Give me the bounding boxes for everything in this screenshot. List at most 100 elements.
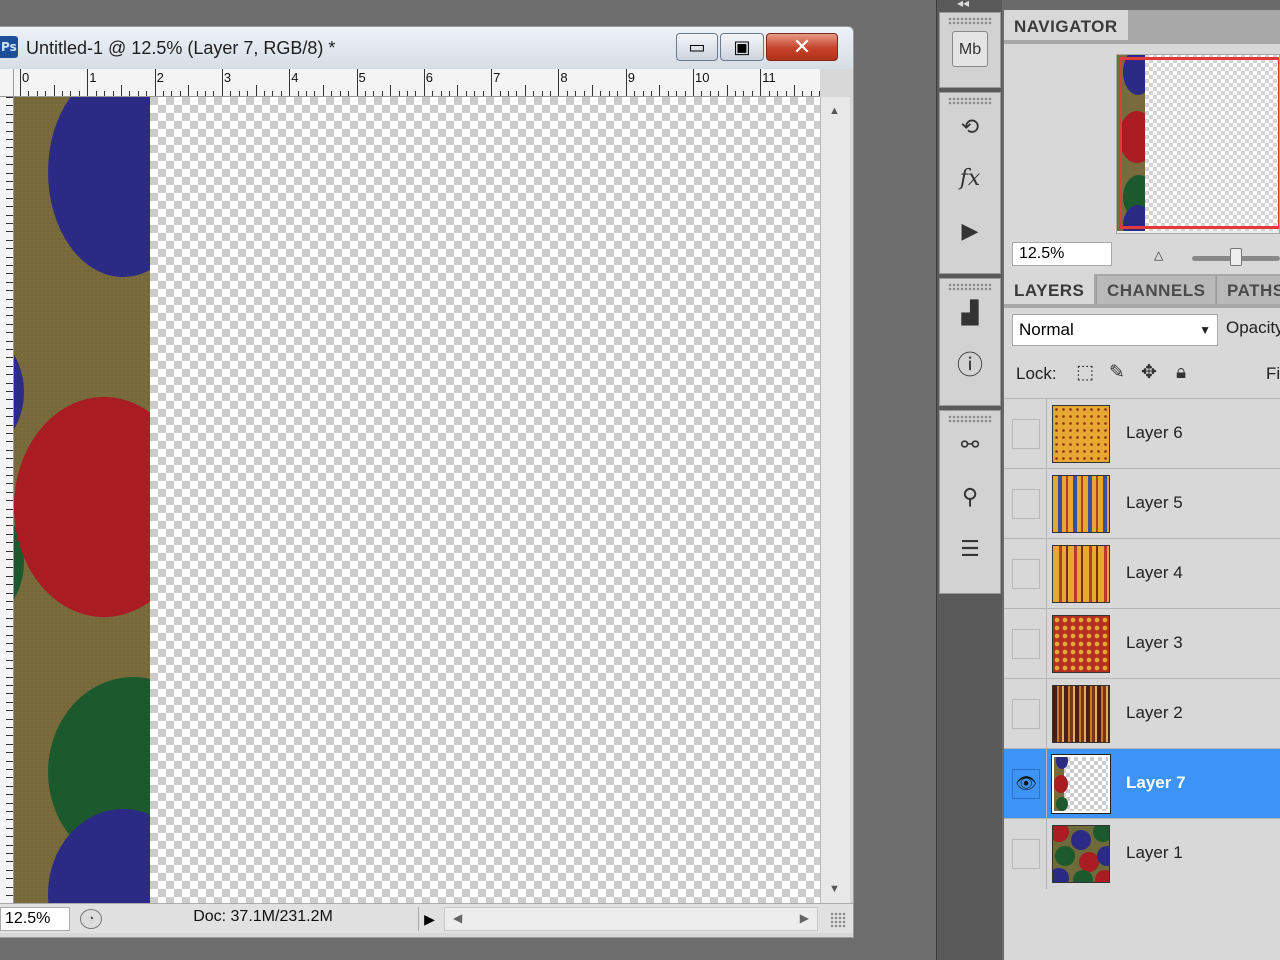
ruler-minor-tick bbox=[6, 819, 13, 821]
ruler-minor-tick bbox=[6, 559, 13, 560]
layer-row[interactable]: Layer 2 bbox=[1004, 678, 1280, 749]
ruler-minor-tick bbox=[6, 794, 13, 796]
zoom-slider-knob[interactable] bbox=[1230, 248, 1242, 266]
visibility-toggle[interactable] bbox=[1012, 629, 1040, 659]
ruler-minor-tick bbox=[6, 391, 13, 392]
ruler-label: 7 bbox=[493, 70, 501, 85]
layer-row[interactable]: Layer 3 bbox=[1004, 608, 1280, 679]
opacity-label: Opacity: bbox=[1226, 318, 1280, 337]
ruler-minor-tick bbox=[6, 533, 13, 535]
layer-name[interactable]: Layer 4 bbox=[1126, 563, 1183, 583]
ruler-minor-tick bbox=[255, 85, 257, 96]
layer-thumbnail[interactable] bbox=[1052, 825, 1110, 883]
document-canvas[interactable] bbox=[14, 97, 820, 903]
layer-row[interactable]: Layer 1 bbox=[1004, 818, 1280, 889]
timing-icon[interactable]: ◔ bbox=[80, 909, 102, 929]
ruler-minor-tick bbox=[6, 853, 13, 854]
layer-thumbnail[interactable] bbox=[1052, 475, 1110, 533]
ruler-minor-tick bbox=[6, 676, 13, 678]
layer-name[interactable]: Layer 3 bbox=[1126, 633, 1183, 653]
mini-bridge-icon[interactable]: Mb bbox=[952, 31, 988, 67]
navigator-zoom-field[interactable]: 12.5% bbox=[1012, 242, 1112, 266]
ruler-origin[interactable] bbox=[0, 69, 14, 97]
vertical-ruler[interactable] bbox=[0, 97, 14, 903]
resize-grip-icon[interactable] bbox=[830, 912, 846, 928]
lock-transparency-icon[interactable]: ⬚ bbox=[1072, 360, 1098, 386]
navigator-view-box[interactable] bbox=[1119, 57, 1279, 229]
visibility-toggle[interactable] bbox=[1012, 489, 1040, 519]
ruler-minor-tick bbox=[6, 256, 13, 258]
tab-channels[interactable]: CHANNELS bbox=[1096, 276, 1216, 304]
ruler-minor-tick bbox=[6, 197, 13, 199]
layer-row[interactable]: Layer 6 bbox=[1004, 398, 1280, 469]
horizontal-scrollbar[interactable]: ◀ ▶ bbox=[444, 907, 818, 931]
red-dot bbox=[1054, 775, 1068, 793]
dock-group-history: ⟲ fx ▶ bbox=[939, 92, 1001, 274]
ruler-minor-tick bbox=[6, 424, 13, 426]
scroll-left-icon[interactable]: ◀ bbox=[453, 911, 462, 925]
history-icon[interactable]: ⟲ bbox=[952, 109, 988, 145]
layer-list: Layer 6 Layer 5 Layer 4 Layer 3 Layer 2 … bbox=[1004, 398, 1280, 889]
layer-row-selected[interactable]: 👁︎ Layer 7 bbox=[1004, 748, 1280, 819]
restore-button[interactable]: ▣ bbox=[720, 33, 764, 61]
dock-grip[interactable] bbox=[948, 17, 992, 25]
eye-icon[interactable]: 👁︎ bbox=[1012, 769, 1040, 799]
clone-source-icon[interactable]: ⚲ bbox=[952, 479, 988, 515]
lock-image-icon[interactable]: ✎ bbox=[1104, 360, 1130, 386]
ruler-minor-tick bbox=[6, 147, 13, 149]
layer-name[interactable]: Layer 1 bbox=[1126, 843, 1183, 863]
layer-name[interactable]: Layer 5 bbox=[1126, 493, 1183, 513]
ruler-minor-tick bbox=[6, 617, 13, 619]
layers-panel: LAYERS CHANNELS PATHS Normal ▼ Opacity: … bbox=[1004, 274, 1280, 960]
layer-row[interactable]: Layer 4 bbox=[1004, 538, 1280, 609]
document-title-bar[interactable]: Ps Untitled-1 @ 12.5% (Layer 7, RGB/8) *… bbox=[0, 27, 853, 69]
close-button[interactable]: ✕ bbox=[766, 33, 838, 61]
zoom-out-icon[interactable]: △ bbox=[1154, 248, 1163, 262]
minimize-button[interactable]: ▭ bbox=[676, 33, 718, 61]
collapse-arrows-icon[interactable]: ◂◂ bbox=[957, 0, 969, 10]
layer-name[interactable]: Layer 2 bbox=[1126, 703, 1183, 723]
layer-thumbnail[interactable] bbox=[1051, 754, 1111, 814]
lock-all-icon[interactable]: 🔒︎ bbox=[1168, 360, 1194, 386]
tab-layers[interactable]: LAYERS bbox=[1004, 274, 1095, 304]
visibility-toggle[interactable] bbox=[1012, 699, 1040, 729]
ruler-minor-tick bbox=[6, 164, 13, 166]
actions-icon[interactable]: ▶ bbox=[952, 213, 988, 249]
vertical-scrollbar[interactable]: ▲ ▼ bbox=[820, 97, 850, 903]
visibility-toggle[interactable] bbox=[1012, 419, 1040, 449]
blend-mode-select[interactable]: Normal ▼ bbox=[1012, 314, 1218, 346]
horizontal-ruler[interactable]: 0 1 2 3 4 5 6 7 8 9 10 11 bbox=[14, 69, 820, 97]
visibility-toggle[interactable] bbox=[1012, 839, 1040, 869]
ruler-minor-tick bbox=[6, 886, 13, 888]
tab-navigator[interactable]: NAVIGATOR bbox=[1004, 10, 1128, 40]
layer-thumbnail[interactable] bbox=[1052, 615, 1110, 673]
status-menu-arrow-icon[interactable]: ▶ bbox=[418, 907, 440, 931]
blue-dot bbox=[1071, 830, 1091, 850]
tool-presets-icon[interactable]: ☰ bbox=[952, 531, 988, 567]
visibility-toggle[interactable] bbox=[1012, 559, 1040, 589]
layer-thumbnail[interactable] bbox=[1052, 545, 1110, 603]
layer-thumbnail[interactable] bbox=[1052, 405, 1110, 463]
navigator-preview[interactable] bbox=[1116, 54, 1280, 234]
photoshop-app-icon: Ps bbox=[0, 36, 18, 58]
brushes-icon[interactable]: ⚯ bbox=[952, 427, 988, 463]
ruler-tick bbox=[356, 69, 358, 96]
styles-icon[interactable]: fx bbox=[952, 161, 988, 197]
layer-thumbnail[interactable] bbox=[1052, 685, 1110, 743]
layer-name[interactable]: Layer 6 bbox=[1126, 423, 1183, 443]
zoom-level-field[interactable]: 12.5% bbox=[0, 907, 70, 931]
lock-position-icon[interactable]: ✥ bbox=[1136, 360, 1162, 386]
dock-grip[interactable] bbox=[948, 415, 992, 423]
scroll-right-icon[interactable]: ▶ bbox=[800, 911, 809, 925]
dock-grip[interactable] bbox=[948, 97, 992, 105]
scroll-up-icon[interactable]: ▲ bbox=[829, 105, 840, 117]
layer-name[interactable]: Layer 7 bbox=[1126, 773, 1186, 793]
scroll-down-icon[interactable]: ▼ bbox=[829, 883, 840, 895]
ruler-label: 8 bbox=[560, 70, 568, 85]
histogram-icon[interactable]: ▟ bbox=[952, 295, 988, 331]
ruler-minor-tick bbox=[6, 113, 13, 115]
layer-row[interactable]: Layer 5 bbox=[1004, 468, 1280, 539]
dock-grip[interactable] bbox=[948, 283, 992, 291]
tab-paths[interactable]: PATHS bbox=[1216, 276, 1280, 304]
info-icon[interactable]: ⓘ bbox=[952, 347, 988, 383]
